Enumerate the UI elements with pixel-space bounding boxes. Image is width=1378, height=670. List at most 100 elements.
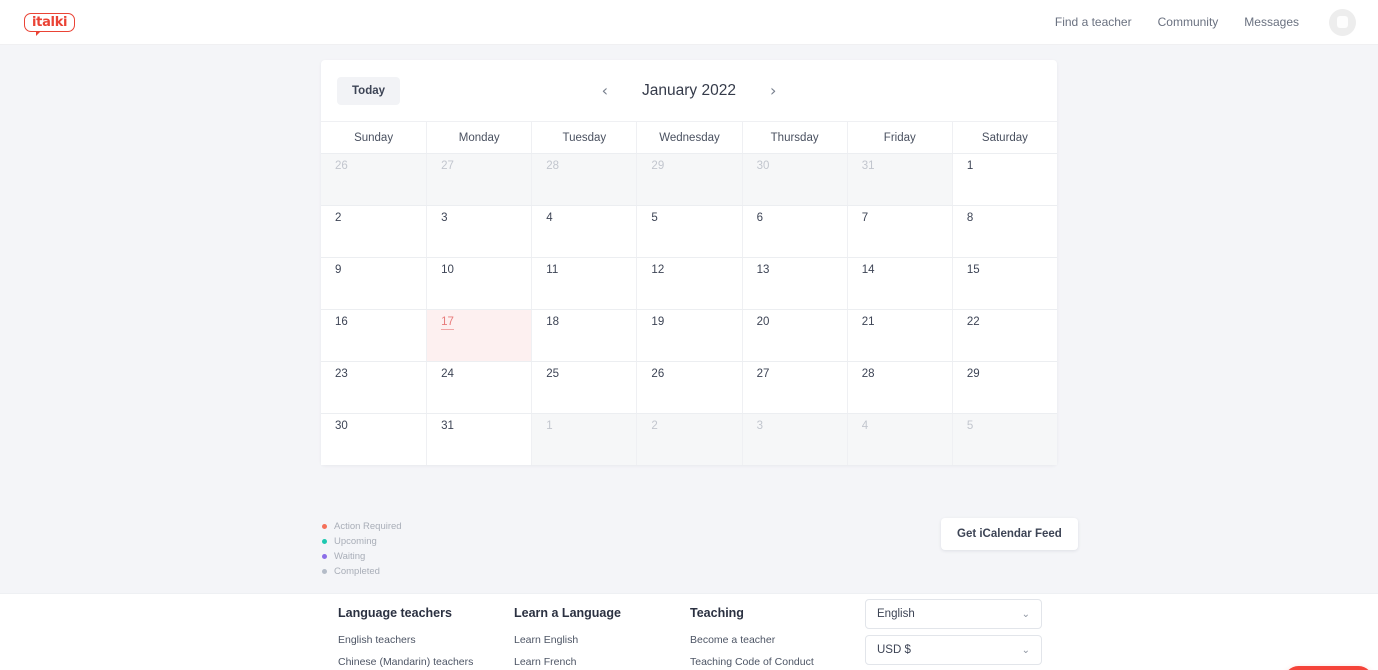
calendar-day-cell[interactable]: 13 (741, 258, 847, 309)
language-select[interactable]: English ⌄ (865, 599, 1042, 629)
calendar-day-cell[interactable]: 15 (951, 258, 1057, 309)
weekday-header-wednesday: Wednesday (636, 122, 741, 153)
calendar-day-number: 2 (651, 420, 658, 432)
footer-link-teaching-code-of-conduct[interactable]: Teaching Code of Conduct (690, 656, 814, 668)
nav-link-community[interactable]: Community (1158, 15, 1219, 29)
calendar-day-cell[interactable]: 2 (321, 206, 427, 257)
calendar-day-cell[interactable]: 2 (636, 414, 742, 465)
calendar-day-cell[interactable]: 19 (636, 310, 742, 361)
calendar-day-number: 15 (966, 264, 980, 276)
weekday-header-saturday: Saturday (951, 122, 1057, 153)
footer-link-learn-french[interactable]: Learn French (514, 656, 621, 668)
weekday-header-friday: Friday (846, 122, 952, 153)
status-dot-icon (322, 554, 327, 559)
footer-link-chinese-teachers[interactable]: Chinese (Mandarin) teachers (338, 656, 473, 668)
logo-text: italki (24, 12, 76, 36)
calendar-day-cell[interactable]: 1 (951, 154, 1057, 205)
chevron-right-icon[interactable]: › (766, 81, 780, 101)
legend-label: Waiting (334, 551, 366, 562)
status-dot-icon (322, 569, 327, 574)
footer-link-become-a-teacher[interactable]: Become a teacher (690, 634, 814, 646)
calendar-day-number: 27 (441, 160, 454, 172)
get-icalendar-feed-button[interactable]: Get iCalendar Feed (941, 518, 1078, 550)
calendar-day-number: 31 (441, 420, 454, 432)
footer-link-english-teachers[interactable]: English teachers (338, 634, 473, 646)
calendar-day-number: 14 (861, 264, 875, 276)
calendar-grid: 26 27 28 29 30 31 1 2 3 4 5 6 7 8 9 10 11 12 13 14 15 16 17 18 1… (321, 154, 1057, 465)
calendar-day-cell[interactable]: 14 (846, 258, 952, 309)
calendar-day-cell[interactable]: 11 (531, 258, 637, 309)
footer-column-title: Teaching (690, 606, 744, 620)
calendar-day-cell[interactable]: 27 (426, 154, 532, 205)
avatar[interactable] (1329, 8, 1356, 36)
footer-column-title: Learn a Language (514, 606, 621, 620)
calendar-day-cell[interactable]: 30 (321, 414, 427, 465)
calendar-day-number: 29 (966, 368, 980, 380)
calendar-day-cell[interactable]: 27 (741, 362, 847, 413)
calendar-day-number: 16 (335, 316, 348, 328)
calendar-day-cell[interactable]: 7 (846, 206, 952, 257)
calendar-day-cell[interactable]: 6 (741, 206, 847, 257)
calendar-day-number: 11 (546, 264, 559, 276)
calendar-day-cell[interactable]: 3 (426, 206, 532, 257)
calendar-day-cell[interactable]: 25 (531, 362, 637, 413)
calendar-day-cell[interactable]: 1 (531, 414, 637, 465)
calendar-day-number: 22 (966, 316, 980, 328)
calendar-day-cell[interactable]: 3 (741, 414, 847, 465)
calendar-day-cell[interactable]: 30 (741, 154, 847, 205)
calendar-week-row: 2 3 4 5 6 7 8 (321, 206, 1057, 258)
italki-logo[interactable]: italki (24, 12, 76, 36)
calendar-day-cell[interactable]: 31 (426, 414, 532, 465)
legend-item: Waiting (322, 549, 402, 564)
calendar-day-cell[interactable]: 8 (951, 206, 1057, 257)
calendar-day-cell[interactable]: 10 (426, 258, 532, 309)
calendar-day-cell[interactable]: 9 (321, 258, 427, 309)
calendar-day-cell[interactable]: 4 (846, 414, 952, 465)
currency-select[interactable]: USD $ ⌄ (865, 635, 1042, 665)
calendar-day-cell[interactable]: 29 (951, 362, 1057, 413)
calendar-day-number: 3 (441, 212, 448, 224)
calendar-day-cell[interactable]: 23 (321, 362, 427, 413)
calendar-day-cell[interactable]: 26 (321, 154, 427, 205)
calendar-day-cell[interactable]: 26 (636, 362, 742, 413)
calendar-day-cell[interactable]: 29 (636, 154, 742, 205)
page-body: Today ‹ January 2022 › Sunday Monday Tuesd… (0, 45, 1378, 670)
weekday-header-tuesday: Tuesday (531, 122, 636, 153)
status-dot-icon (322, 539, 327, 544)
calendar-day-cell[interactable]: 20 (741, 310, 847, 361)
calendar-day-number: 25 (546, 368, 560, 380)
weekday-header-sunday: Sunday (354, 132, 394, 144)
calendar-day-number: 26 (651, 368, 665, 380)
calendar-day-number: 13 (756, 264, 770, 276)
legend-item: Upcoming (322, 534, 402, 549)
nav-link-messages[interactable]: Messages (1244, 15, 1299, 29)
chevron-left-icon[interactable]: ‹ (598, 81, 612, 101)
nav-link-find-a-teacher[interactable]: Find a teacher (1055, 15, 1132, 29)
weekday-header-thursday: Thursday (741, 122, 847, 153)
calendar-day-number: 19 (651, 316, 665, 328)
calendar-day-number: 12 (651, 264, 665, 276)
calendar-day-cell[interactable]: 4 (531, 206, 637, 257)
calendar-day-cell[interactable]: 5 (636, 206, 742, 257)
calendar-day-number: 20 (756, 316, 770, 328)
calendar-day-number: 9 (335, 264, 342, 276)
calendar-day-cell[interactable]: 18 (531, 310, 637, 361)
calendar-day-cell[interactable]: 31 (846, 154, 952, 205)
calendar-day-cell[interactable]: 12 (636, 258, 742, 309)
calendar-day-cell[interactable]: 22 (951, 310, 1057, 361)
calendar-day-cell[interactable]: 5 (951, 414, 1057, 465)
weekday-header-row: Sunday Monday Tuesday Wednesday Thursday Frid… (321, 122, 1057, 154)
calendar-day-cell[interactable]: 16 (321, 310, 427, 361)
calendar-day-number: 17 (441, 316, 454, 330)
calendar-day-cell[interactable]: 24 (426, 362, 532, 413)
calendar-day-today[interactable]: 17 (426, 310, 532, 361)
support-button[interactable]: ? Support (1284, 666, 1374, 670)
calendar-day-number: 18 (546, 316, 560, 328)
footer-link-learn-english[interactable]: Learn English (514, 634, 621, 646)
calendar-day-number: 29 (651, 160, 665, 172)
calendar-week-row: 26 27 28 29 30 31 1 (321, 154, 1057, 206)
calendar-day-cell[interactable]: 21 (846, 310, 952, 361)
today-button[interactable]: Today (337, 76, 401, 105)
calendar-day-cell[interactable]: 28 (531, 154, 637, 205)
calendar-day-cell[interactable]: 28 (846, 362, 952, 413)
